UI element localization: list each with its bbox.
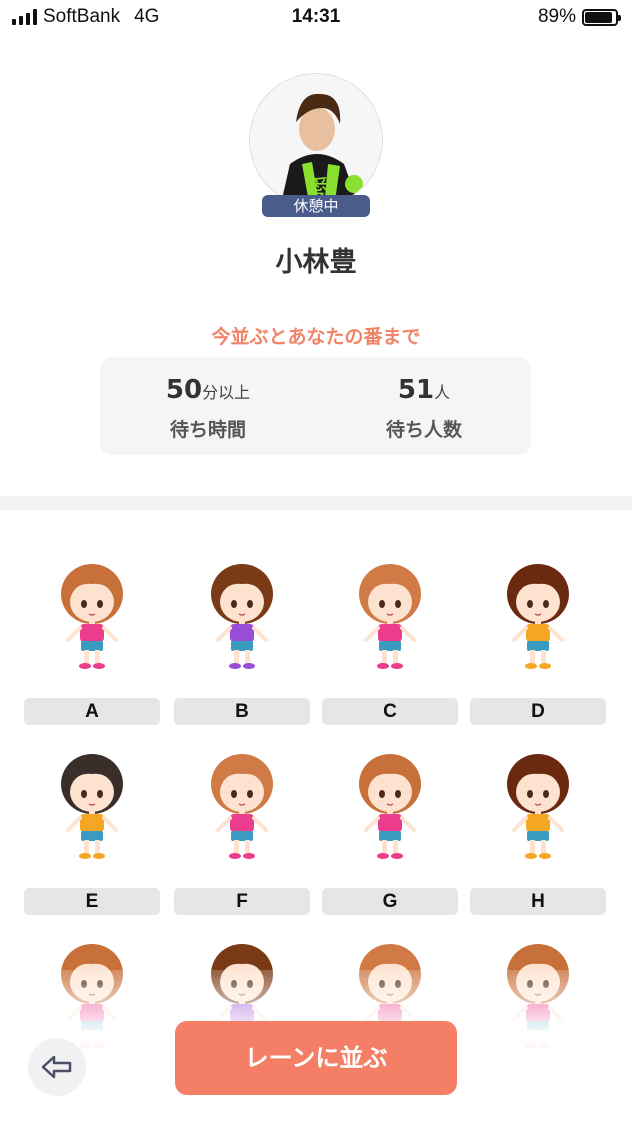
avatar-figure-icon [61,754,123,859]
avatar-figure-icon [61,564,123,669]
avatar-option[interactable]: A [24,560,160,730]
performer-name: 小林豊 [275,247,357,278]
wait-time-value: 50 [165,375,203,405]
arrow-left-icon [41,1055,72,1079]
avatar-label: A [24,698,160,725]
performer-photo-icon: 愛 [250,74,382,206]
avatar-option[interactable]: G [322,750,458,920]
avatar-figure-icon [507,564,569,669]
avatar-option[interactable]: C [322,560,458,730]
avatar-option[interactable]: F [174,750,310,920]
status-bar: SoftBank 4G 14:31 89% [0,0,632,36]
performer-photo: 愛 [249,73,383,207]
wait-people-unit: 人 [434,383,451,402]
wait-time-label: 待ち時間 [169,419,246,441]
avatar-option[interactable]: E [24,750,160,920]
avatar-figure-icon [211,754,273,859]
wait-people-stat: 51人 待ち人数 [324,375,524,442]
join-lane-button[interactable]: レーンに並ぶ [175,1021,457,1095]
avatar-option[interactable]: B [174,560,310,730]
avatar-label: H [470,888,606,915]
wait-people-label: 待ち人数 [385,419,462,441]
avatar-label: E [24,888,160,915]
avatar-figure-icon [211,564,273,669]
back-button[interactable] [28,1038,86,1096]
avatar-figure-icon [359,754,421,859]
avatar-label: G [322,888,458,915]
battery-percent: 89% [537,6,576,27]
avatar-figure-icon [507,754,569,859]
avatar-label: B [174,698,310,725]
section-divider [0,496,632,510]
avatar-option[interactable]: D [470,560,606,730]
wait-time-unit: 分以上 [202,383,251,402]
avatar-label: F [174,888,310,915]
wait-people-value: 51 [397,375,435,405]
avatar-label: D [470,698,606,725]
avatar-figure-icon [359,564,421,669]
status-badge: 休憩中 [262,195,370,217]
queue-heading: 今並ぶとあなたの番まで [211,326,421,348]
avatar-label: C [322,698,458,725]
avatar-option[interactable]: H [470,750,606,920]
queue-stats-card: 50分以上 待ち時間 51人 待ち人数 [100,357,531,455]
wait-time-stat: 50分以上 待ち時間 [108,375,308,442]
battery-icon [582,8,621,26]
